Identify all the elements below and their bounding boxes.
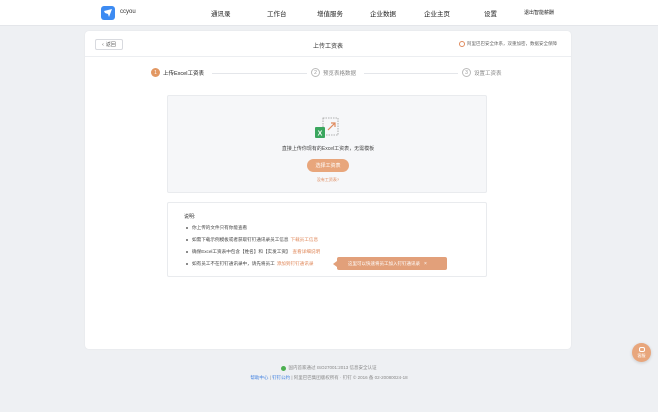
- bullet-icon: [186, 263, 188, 265]
- dingtalk-convention-link[interactable]: 钉钉公约: [272, 375, 290, 380]
- step-connector: [212, 73, 307, 74]
- step-label: 上传Excel工资表: [163, 70, 204, 77]
- step-1: 1 上传Excel工资表: [151, 68, 204, 77]
- note-item: 如有员工不在钉钉通讯录中，请先将员工 添加到钉钉通讯录: [186, 261, 313, 267]
- security-note: 阿里巴巴安全体系，双重加密，数据安全保障: [459, 41, 557, 47]
- select-file-button[interactable]: 选择工资表: [307, 159, 349, 172]
- upload-dropzone[interactable]: X 直接上传你现有的Excel工资表，无需模板 选择工资表 没有工资表?: [167, 95, 487, 193]
- help-center-link[interactable]: 帮助中心: [250, 375, 268, 380]
- top-navbar: ccyou 通讯录 工作台 增值服务 企业数据 企业主页 设置 退出智能薪酬: [0, 0, 658, 26]
- step-label: 设置工资表: [474, 70, 502, 77]
- step-number: 1: [151, 68, 160, 77]
- svg-text:X: X: [318, 131, 323, 138]
- upload-hint: 直接上传你现有的Excel工资表，无需模板: [281, 146, 375, 152]
- nav-value-services[interactable]: 增值服务: [317, 8, 343, 18]
- step-number: 3: [462, 68, 471, 77]
- main-card: ‹ 返回 上传工资表 阿里巴巴安全体系，双重加密，数据安全保障 1 上传Exce…: [85, 31, 571, 349]
- notes-title: 说明:: [184, 214, 196, 220]
- step-label: 预览表格数据: [323, 70, 357, 77]
- card-header: ‹ 返回 上传工资表 阿里巴巴安全体系，双重加密，数据安全保障: [85, 31, 571, 57]
- nav-enterprise-home[interactable]: 企业主页: [424, 8, 450, 18]
- note-item: 确保Excel工资表中包含【姓名】和【实发工资】 查看详细说明: [186, 249, 320, 255]
- fab-label: 客服: [637, 352, 646, 358]
- shield-icon: [459, 41, 465, 47]
- download-employee-info-link[interactable]: 下载员工信息: [290, 237, 318, 243]
- nav-contacts[interactable]: 通讯录: [211, 8, 231, 18]
- step-3: 3 设置工资表: [462, 68, 502, 77]
- bullet-icon: [186, 239, 188, 241]
- view-details-link[interactable]: 查看详细说明: [293, 249, 321, 255]
- customer-service-button[interactable]: 客服: [632, 343, 651, 362]
- add-to-contacts-link[interactable]: 添加到钉钉通讯录: [277, 261, 314, 267]
- brand-name: ccyou: [120, 9, 136, 15]
- no-salary-sheet-link[interactable]: 没有工资表?: [168, 177, 488, 183]
- nav-enterprise-data[interactable]: 企业数据: [370, 8, 396, 18]
- excel-file-icon: X: [315, 117, 339, 138]
- footer-links: 帮助中心 | 钉钉公约 | 阿里巴巴集团版权所有 · 钉钉 © 2016 备 0…: [250, 375, 408, 380]
- chat-icon: [638, 346, 645, 352]
- nav-workbench[interactable]: 工作台: [267, 8, 287, 18]
- nav-settings[interactable]: 设置: [484, 8, 497, 18]
- exit-link[interactable]: 退出智能薪酬: [524, 9, 554, 16]
- close-icon[interactable]: ×: [424, 261, 427, 267]
- tooltip-text: 这里可以快速将员工加入钉钉通讯录: [348, 260, 420, 266]
- note-item: 如需下载示例模板或者获取钉钉通讯录员工信息 下载员工信息: [186, 237, 318, 243]
- guide-tooltip: 这里可以快速将员工加入钉钉通讯录 ×: [333, 257, 447, 270]
- note-item: 你上传的文件只有你能查看: [186, 225, 247, 231]
- bullet-icon: [186, 227, 188, 229]
- step-connector: [364, 73, 458, 74]
- dingtalk-logo-icon[interactable]: [101, 6, 115, 20]
- step-number: 2: [311, 68, 320, 77]
- shield-check-icon: [281, 365, 287, 371]
- copyright-text: 阿里巴巴集团版权所有 · 钉钉 © 2016 备 02-20080024-18: [293, 375, 408, 380]
- step-2: 2 预览表格数据: [311, 68, 356, 77]
- footer-security: 国内首家通过 ISO27001:2013 信息安全认证: [0, 365, 658, 371]
- bullet-icon: [186, 251, 188, 253]
